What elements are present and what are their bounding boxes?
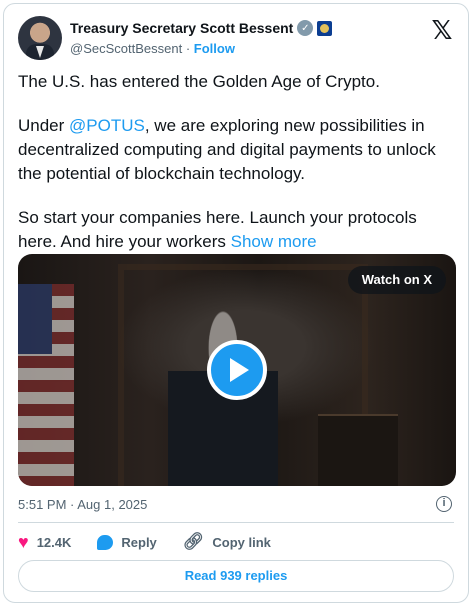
avatar[interactable] <box>18 16 62 60</box>
timestamp[interactable]: 5:51 PM · Aug 1, 2025 <box>18 497 147 512</box>
watch-on-x-button[interactable]: Watch on X <box>347 266 446 294</box>
speaker-figure <box>168 309 278 486</box>
action-bar: ♥ 12.4K Reply 🔗︎ Copy link <box>18 530 271 554</box>
tweet-text-prefix: Under <box>18 116 70 135</box>
reply-label: Reply <box>121 534 157 550</box>
tweet-card: Treasury Secretary Scott Bessent ✓ @SecS… <box>3 3 469 603</box>
tweet-paragraph-3: So start your companies here. Launch you… <box>18 206 458 254</box>
verified-badge-icon: ✓ <box>297 20 314 36</box>
author-name[interactable]: Treasury Secretary Scott Bessent <box>70 20 293 36</box>
info-icon[interactable]: i <box>436 496 452 512</box>
tweet-paragraph-1: The U.S. has entered the Golden Age of C… <box>18 72 380 91</box>
copy-link-label: Copy link <box>212 534 271 550</box>
tweet-text-para3: So start your companies here. Launch you… <box>18 208 417 251</box>
treasury-seal-icon <box>317 20 333 36</box>
tweet-header: Treasury Secretary Scott Bessent ✓ @SecS… <box>18 16 454 64</box>
show-more-link[interactable]: Show more <box>231 232 317 251</box>
author-handle-row: @SecScottBessent · Follow <box>70 41 235 59</box>
handle-separator: · <box>185 41 191 56</box>
podium <box>318 414 398 486</box>
tweet-text: The U.S. has entered the Golden Age of C… <box>18 70 458 274</box>
reply-button[interactable]: Reply <box>97 534 157 550</box>
heart-icon: ♥ <box>18 532 29 552</box>
american-flag <box>18 284 74 486</box>
like-count: 12.4K <box>36 534 72 550</box>
author-name-row: Treasury Secretary Scott Bessent ✓ <box>70 18 333 38</box>
read-replies-button[interactable]: Read 939 replies <box>18 560 454 592</box>
play-button[interactable] <box>207 340 267 400</box>
author-handle[interactable]: @SecScottBessent <box>70 41 182 56</box>
like-button[interactable]: ♥ 12.4K <box>18 533 71 551</box>
mention-link[interactable]: @POTUS <box>69 116 145 135</box>
video-thumbnail[interactable]: Watch on X <box>18 254 456 486</box>
tweet-meta: 5:51 PM · Aug 1, 2025 i <box>18 494 454 516</box>
x-logo-icon[interactable]: 𝕏 <box>430 17 454 43</box>
link-icon: 🔗︎ <box>182 532 205 551</box>
copy-link-button[interactable]: 🔗︎ Copy link <box>183 532 271 552</box>
reply-bubble-icon <box>97 534 114 550</box>
play-icon <box>230 358 249 382</box>
divider <box>18 522 454 523</box>
tweet-paragraph-2: Under @POTUS, we are exploring new possi… <box>18 114 458 186</box>
follow-button[interactable]: Follow <box>194 41 235 56</box>
